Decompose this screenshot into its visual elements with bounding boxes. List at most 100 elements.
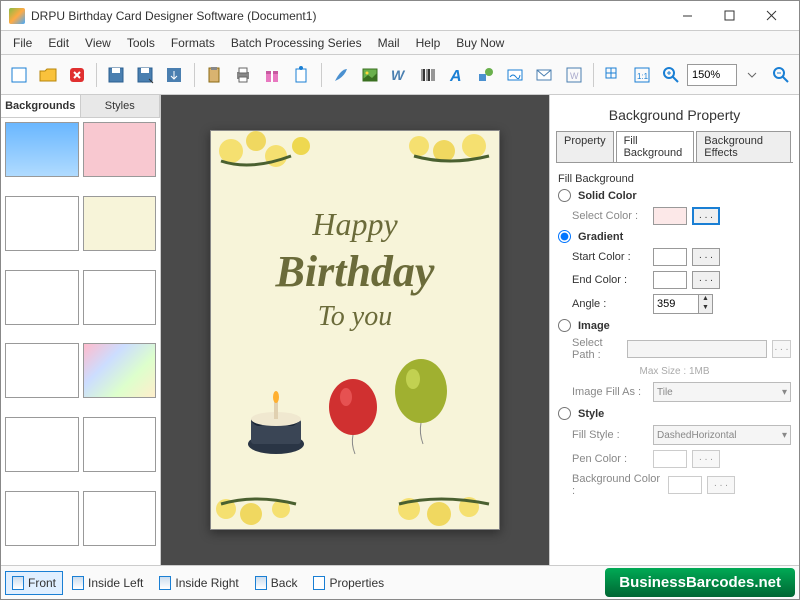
tab-bg-effects[interactable]: Background Effects xyxy=(696,131,791,162)
print-icon[interactable] xyxy=(230,60,257,90)
menu-batch[interactable]: Batch Processing Series xyxy=(223,33,370,53)
delete-icon[interactable] xyxy=(63,60,90,90)
card-canvas[interactable]: Happy Birthday To you xyxy=(210,130,500,530)
flower-bottom-left-icon xyxy=(210,459,321,530)
menu-formats[interactable]: Formats xyxy=(163,33,223,53)
barcode-icon[interactable] xyxy=(415,60,442,90)
window-title: DRPU Birthday Card Designer Software (Do… xyxy=(31,9,667,23)
clipboard-icon[interactable] xyxy=(288,60,315,90)
fill-style-select[interactable]: DashedHorizontal▾ xyxy=(653,425,791,445)
card-text-happy[interactable]: Happy xyxy=(211,206,499,243)
bg-thumb-stars[interactable] xyxy=(5,270,79,325)
radio-image[interactable] xyxy=(558,319,571,332)
feather-icon[interactable] xyxy=(328,60,355,90)
path-browse[interactable]: . . . xyxy=(772,340,791,358)
tab-backgrounds[interactable]: Backgrounds xyxy=(1,95,81,117)
bg-thumb-flowers[interactable] xyxy=(5,196,79,251)
chevron-down-icon: ▾ xyxy=(782,387,787,398)
bg-thumb-hearts2[interactable] xyxy=(5,491,79,546)
canvas-area[interactable]: Happy Birthday To you xyxy=(161,95,549,565)
path-input[interactable] xyxy=(627,340,767,358)
angle-down-icon[interactable]: ▼ xyxy=(699,304,712,313)
bg-thumb-yellow[interactable] xyxy=(83,196,157,251)
zoom-out-icon[interactable] xyxy=(768,60,795,90)
wordart-icon[interactable]: W xyxy=(386,60,413,90)
image-icon[interactable] xyxy=(357,60,384,90)
tab-back[interactable]: Back xyxy=(248,571,305,595)
shapes-icon[interactable] xyxy=(473,60,500,90)
pen-color-swatch[interactable] xyxy=(653,450,687,468)
open-icon[interactable] xyxy=(34,60,61,90)
image-fill-select[interactable]: Tile▾ xyxy=(653,382,791,402)
bg-thumb-hb[interactable] xyxy=(5,417,79,472)
watermark-icon[interactable]: W xyxy=(560,60,587,90)
tab-fill-background[interactable]: Fill Background xyxy=(616,131,695,162)
bg-thumb-pastel[interactable] xyxy=(83,343,157,398)
fit-icon[interactable]: 1:1 xyxy=(629,60,656,90)
zoom-dropdown-icon[interactable] xyxy=(739,60,766,90)
bg-thumb-balloons2[interactable] xyxy=(83,491,157,546)
tab-inside-left[interactable]: Inside Left xyxy=(65,571,150,595)
tab-inside-right[interactable]: Inside Right xyxy=(152,571,245,595)
label-select-path: Select Path : xyxy=(558,337,622,361)
end-color-picker[interactable]: . . . xyxy=(692,271,720,289)
balloon-green-icon[interactable] xyxy=(391,359,451,449)
bg-thumb-bubbles[interactable] xyxy=(5,343,79,398)
export-icon[interactable] xyxy=(161,60,188,90)
bg-thumb-clouds[interactable] xyxy=(5,122,79,177)
titlebar: DRPU Birthday Card Designer Software (Do… xyxy=(1,1,799,31)
menubar: File Edit View Tools Formats Batch Proce… xyxy=(1,31,799,55)
maximize-button[interactable] xyxy=(709,3,749,29)
tab-property[interactable]: Property xyxy=(556,131,614,162)
save-icon[interactable] xyxy=(103,60,130,90)
bg-color-picker[interactable]: . . . xyxy=(707,476,735,494)
app-icon xyxy=(9,8,25,24)
new-icon[interactable] xyxy=(5,60,32,90)
card-text-toyou[interactable]: To you xyxy=(211,301,499,333)
solid-color-swatch[interactable] xyxy=(653,207,687,225)
pen-color-picker[interactable]: . . . xyxy=(692,450,720,468)
tab-properties[interactable]: Properties xyxy=(306,571,391,595)
solid-color-picker[interactable]: . . . xyxy=(692,207,720,225)
start-color-swatch[interactable] xyxy=(653,248,687,266)
card-text-birthday[interactable]: Birthday xyxy=(211,246,499,297)
menu-buy[interactable]: Buy Now xyxy=(448,33,512,53)
menu-tools[interactable]: Tools xyxy=(119,33,163,53)
menu-view[interactable]: View xyxy=(77,33,119,53)
tab-styles[interactable]: Styles xyxy=(81,95,161,117)
menu-help[interactable]: Help xyxy=(408,33,449,53)
close-button[interactable] xyxy=(751,3,791,29)
radio-style[interactable] xyxy=(558,407,571,420)
angle-input[interactable]: ▲▼ xyxy=(653,294,713,314)
menu-file[interactable]: File xyxy=(5,33,40,53)
zoom-in-icon[interactable] xyxy=(658,60,685,90)
label-image: Image xyxy=(578,320,610,332)
toolbar: W A W 1:1 xyxy=(1,55,799,95)
signature-icon[interactable] xyxy=(502,60,529,90)
bg-thumb-hearts[interactable] xyxy=(83,417,157,472)
label-end-color: End Color : xyxy=(558,274,648,286)
envelope-icon[interactable] xyxy=(531,60,558,90)
right-panel: Background Property Property Fill Backgr… xyxy=(549,95,799,565)
start-color-picker[interactable]: . . . xyxy=(692,248,720,266)
minimize-button[interactable] xyxy=(667,3,707,29)
menu-edit[interactable]: Edit xyxy=(40,33,77,53)
grid-icon[interactable] xyxy=(600,60,627,90)
balloon-red-icon[interactable] xyxy=(326,379,381,459)
zoom-input[interactable] xyxy=(687,64,737,86)
text-icon[interactable]: A xyxy=(444,60,471,90)
paste-icon[interactable] xyxy=(201,60,228,90)
end-color-swatch[interactable] xyxy=(653,271,687,289)
bg-color-swatch[interactable] xyxy=(668,476,702,494)
angle-up-icon[interactable]: ▲ xyxy=(699,295,712,304)
bg-thumb-pink[interactable] xyxy=(83,122,157,177)
tab-front[interactable]: Front xyxy=(5,571,63,595)
gift-icon[interactable] xyxy=(259,60,286,90)
menu-mail[interactable]: Mail xyxy=(370,33,408,53)
save-as-icon[interactable] xyxy=(132,60,159,90)
cake-icon[interactable] xyxy=(241,379,311,459)
radio-solid[interactable] xyxy=(558,189,571,202)
bg-thumb-balloons[interactable] xyxy=(83,270,157,325)
radio-gradient[interactable] xyxy=(558,230,571,243)
brand-logo: BusinessBarcodes.net xyxy=(605,568,795,597)
